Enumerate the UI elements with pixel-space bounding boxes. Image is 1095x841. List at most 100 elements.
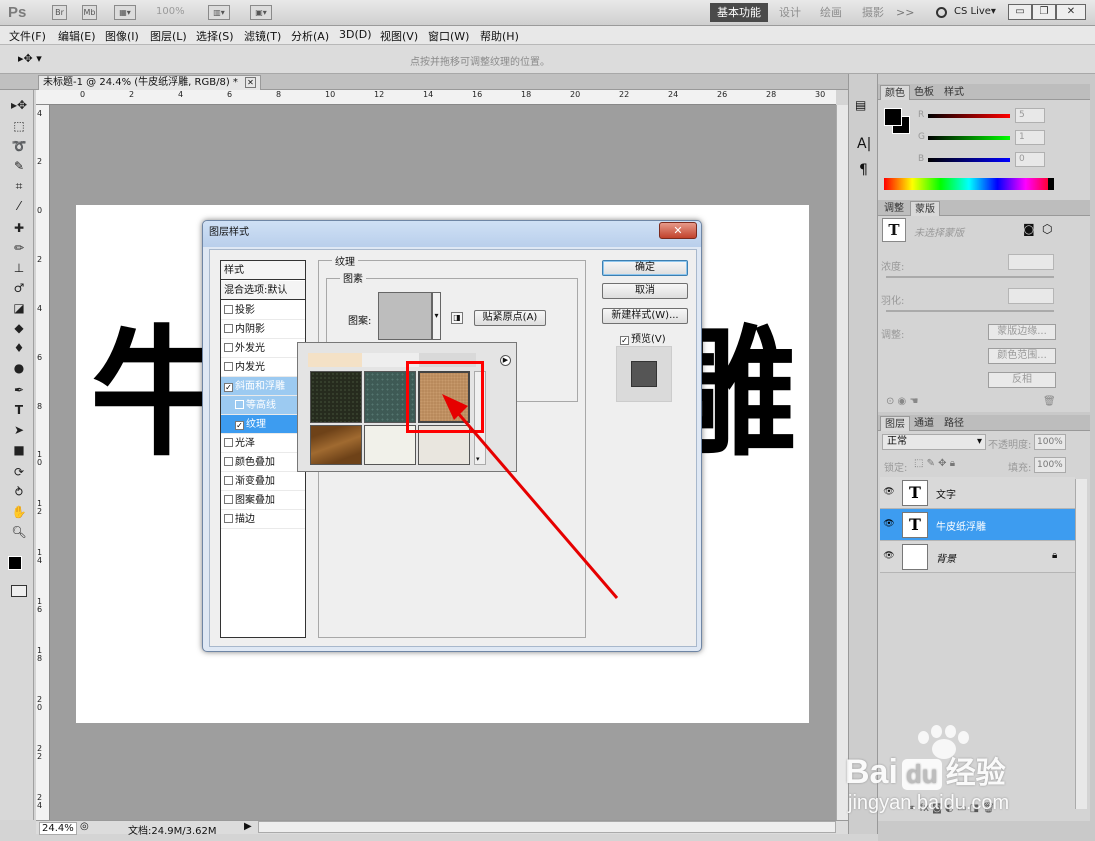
character-panel-icon[interactable]: A|	[857, 136, 871, 152]
channel-r-value[interactable]: 5	[1015, 108, 1045, 123]
new-style-button[interactable]: 新建样式(W)...	[602, 308, 688, 324]
stamp-tool-icon[interactable]: ⊥	[10, 259, 28, 277]
crop-tool-icon[interactable]: ⌗	[10, 177, 28, 195]
more-workspaces[interactable]: >>	[896, 3, 914, 22]
channel-g-value[interactable]: 1	[1015, 130, 1045, 145]
channel-g-slider[interactable]	[928, 136, 1010, 140]
tab-masks[interactable]: 蒙版	[910, 201, 940, 216]
checkbox[interactable]	[224, 495, 233, 504]
horizontal-scrollbar[interactable]	[258, 821, 836, 833]
move-tool-icon[interactable]: ▸✥	[10, 96, 28, 114]
style-item-inner-shadow[interactable]: 内阴影	[221, 320, 305, 339]
styles-header[interactable]: 样式	[221, 261, 305, 280]
visibility-eye-icon[interactable]: 👁︎	[883, 550, 895, 562]
zoom-tool-icon[interactable]: 🔍︎	[10, 523, 28, 541]
dialog-close-button[interactable]: ✕	[659, 222, 697, 239]
workspace-essentials[interactable]: 基本功能	[710, 3, 768, 22]
mask-footer-icons[interactable]: ⊙ ◉ ☚	[886, 396, 918, 407]
channel-r-slider[interactable]	[928, 114, 1010, 118]
menu-select[interactable]: 选择(S)	[196, 28, 234, 44]
workspace-design[interactable]: 设计	[779, 3, 801, 22]
history-brush-tool-icon[interactable]: ♂	[10, 279, 28, 297]
style-item-gradient-overlay[interactable]: 渐变叠加	[221, 472, 305, 491]
eraser-tool-icon[interactable]: ◪	[10, 299, 28, 317]
brush-tool-icon[interactable]: ✏	[10, 239, 28, 257]
close-button[interactable]: ✕	[1056, 4, 1086, 20]
tab-adjustments[interactable]: 调整	[880, 201, 908, 216]
spectrum-black[interactable]	[1048, 178, 1054, 190]
menu-edit[interactable]: 编辑(E)	[58, 28, 96, 44]
document-tab[interactable]: 未标题-1 @ 24.4% (牛皮纸浮雕, RGB/8) * ✕	[38, 75, 261, 90]
snap-to-origin-button[interactable]: 贴紧原点(A)	[474, 310, 546, 326]
style-item-outer-glow[interactable]: 外发光	[221, 339, 305, 358]
menu-analysis[interactable]: 分析(A)	[291, 28, 329, 44]
density-slider[interactable]	[886, 276, 1054, 278]
tab-color[interactable]: 颜色	[880, 85, 910, 100]
layers-scrollbar[interactable]	[1075, 479, 1087, 809]
checkbox[interactable]	[224, 362, 233, 371]
checkbox[interactable]	[235, 400, 244, 409]
checkbox[interactable]	[224, 438, 233, 447]
tab-swatches[interactable]: 色板	[910, 85, 938, 100]
pen-tool-icon[interactable]: ✒	[10, 381, 28, 399]
style-item-pattern-overlay[interactable]: 图案叠加	[221, 491, 305, 510]
screen-mode-icon[interactable]: ▣▾	[250, 5, 272, 20]
zoom-combo[interactable]: 100%	[156, 6, 185, 17]
fg-color-chip[interactable]	[884, 108, 902, 126]
workspace-photography[interactable]: 摄影	[862, 3, 884, 22]
vertical-scrollbar[interactable]	[836, 105, 848, 820]
style-item-color-overlay[interactable]: 颜色叠加	[221, 453, 305, 472]
visibility-eye-icon[interactable]: 👁︎	[883, 486, 895, 498]
style-item-inner-glow[interactable]: 内发光	[221, 358, 305, 377]
tab-channels[interactable]: 通道	[910, 416, 938, 431]
channel-b-value[interactable]: 0	[1015, 152, 1045, 167]
quick-mask-icon[interactable]	[11, 585, 27, 597]
workspace-painting[interactable]: 绘画	[820, 3, 842, 22]
view-extras-icon[interactable]: ▦▾	[114, 5, 136, 20]
menu-3d[interactable]: 3D(D)	[339, 28, 372, 41]
blend-mode-select[interactable]: 正常 ▾	[882, 434, 986, 450]
hand-tool-icon[interactable]: ✋	[10, 503, 28, 521]
menu-layer[interactable]: 图层(L)	[150, 28, 187, 44]
menu-help[interactable]: 帮助(H)	[480, 28, 519, 44]
density-value[interactable]	[1008, 254, 1054, 270]
arrange-documents-icon[interactable]: ▥▾	[208, 5, 230, 20]
dodge-tool-icon[interactable]: ●	[10, 359, 28, 377]
type-tool-icon[interactable]: T	[10, 401, 28, 419]
layer-row-selected[interactable]: 👁︎ T 牛皮纸浮雕	[880, 509, 1075, 541]
pattern-swatch-dark-moss[interactable]	[310, 371, 362, 423]
chevron-down-icon[interactable]: ▾	[476, 455, 480, 463]
style-item-drop-shadow[interactable]: 投影	[221, 301, 305, 320]
menu-filter[interactable]: 滤镜(T)	[244, 28, 281, 44]
style-item-contour[interactable]: 等高线	[221, 396, 305, 415]
mask-delete-icon[interactable]: 🗑︎	[1043, 396, 1056, 407]
quick-select-tool-icon[interactable]: ✎	[10, 157, 28, 175]
minimize-button[interactable]: ▭	[1008, 4, 1032, 20]
checkbox[interactable]	[224, 324, 233, 333]
checkbox[interactable]	[224, 343, 233, 352]
checkbox-checked[interactable]: ✓	[224, 383, 233, 392]
fill-value[interactable]: 100%	[1034, 457, 1066, 473]
mask-edge-button[interactable]: 蒙版边缘...	[988, 324, 1056, 340]
checkbox-checked[interactable]: ✓	[620, 336, 629, 345]
restore-button[interactable]: ❐	[1032, 4, 1056, 20]
color-spectrum[interactable]	[884, 178, 1054, 190]
bridge-icon[interactable]: Br	[52, 5, 67, 20]
minibridge-icon[interactable]: Mb	[82, 5, 97, 20]
ok-button[interactable]: 确定	[602, 260, 688, 276]
layer-row[interactable]: 👁︎ T 文字	[880, 477, 1075, 509]
menu-file[interactable]: 文件(F)	[9, 28, 46, 44]
tab-paths[interactable]: 路径	[940, 416, 968, 431]
status-options-icon[interactable]: ◎	[80, 821, 89, 832]
layer-row[interactable]: 👁︎ 背景 🔒︎	[880, 541, 1075, 573]
tab-styles[interactable]: 样式	[940, 85, 968, 100]
move-tool-preset-icon[interactable]: ▸✥ ▾	[18, 52, 42, 65]
status-menu-arrow-icon[interactable]: ▶	[244, 821, 252, 832]
new-preset-icon[interactable]: ◨	[451, 312, 463, 324]
pattern-dropdown-chevron-icon[interactable]: ▾	[432, 292, 441, 340]
checkbox[interactable]	[224, 476, 233, 485]
checkbox-checked[interactable]: ✓	[235, 421, 244, 430]
checkbox[interactable]	[224, 457, 233, 466]
path-select-tool-icon[interactable]: ➤	[10, 421, 28, 439]
dialog-titlebar[interactable]: 图层样式	[203, 221, 701, 247]
